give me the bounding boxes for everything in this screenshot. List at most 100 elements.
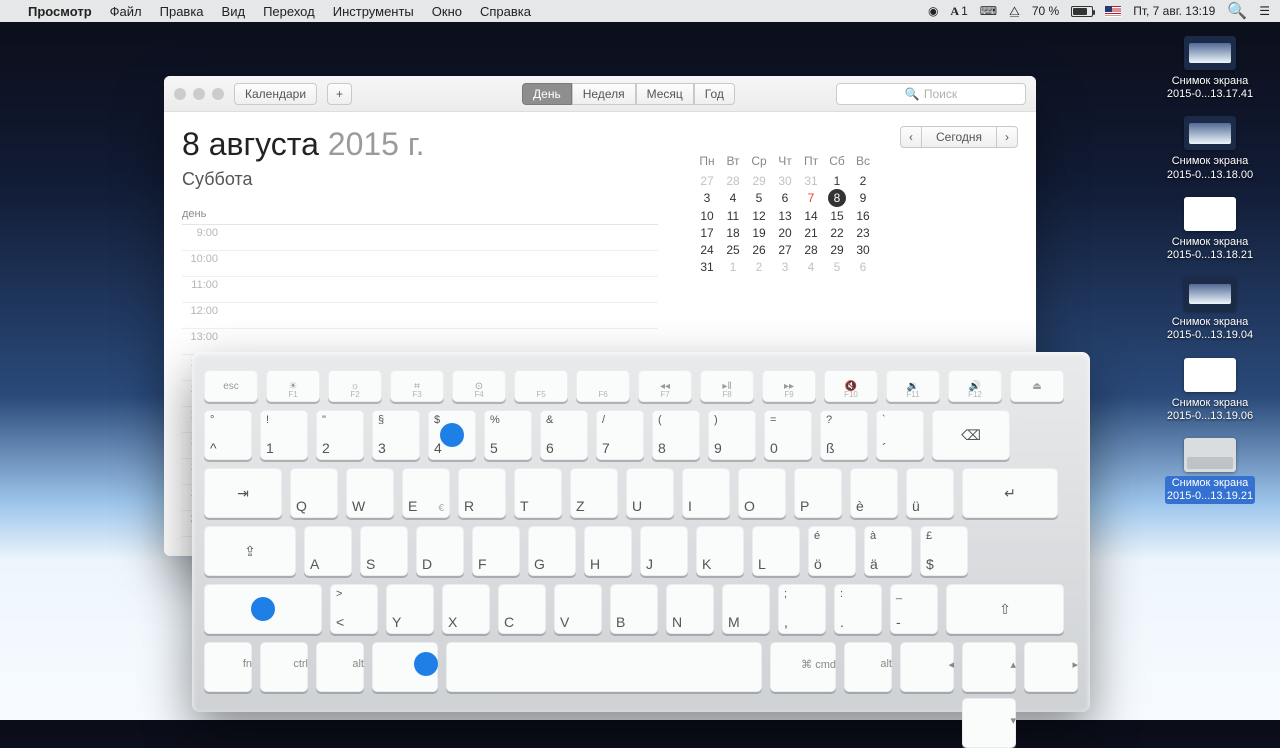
key-U[interactable]: U	[626, 468, 674, 518]
arrow-left[interactable]: ◂	[900, 642, 954, 692]
day-cell[interactable]: 21	[798, 224, 824, 241]
day-cell[interactable]: 8	[824, 189, 850, 207]
desktop-icon[interactable]: Снимок экрана2015-0...13.17.41	[1155, 36, 1265, 102]
day-cell[interactable]: 18	[720, 224, 746, 241]
alt-key-right[interactable]: alt	[844, 642, 892, 692]
calendars-button[interactable]: Календари	[234, 83, 317, 105]
day-cell[interactable]: 6	[850, 258, 876, 275]
day-cell[interactable]: 9	[850, 189, 876, 207]
fn-key[interactable]: 🔊F12	[948, 370, 1002, 402]
fn-key[interactable]: F5	[514, 370, 568, 402]
day-cell[interactable]: 20	[772, 224, 798, 241]
menu-help[interactable]: Справка	[480, 4, 531, 19]
day-cell[interactable]: 28	[798, 241, 824, 258]
key-V[interactable]: V	[554, 584, 602, 634]
flag-icon[interactable]	[1105, 6, 1121, 17]
adobe-icon[interactable]: A1	[950, 4, 967, 19]
arrow-up[interactable]: ▴	[962, 642, 1016, 692]
key-,[interactable]: ;,	[778, 584, 826, 634]
key-M[interactable]: M	[722, 584, 770, 634]
key-5[interactable]: %5	[484, 410, 532, 460]
key-J[interactable]: J	[640, 526, 688, 576]
key-Q[interactable]: Q	[290, 468, 338, 518]
key-7[interactable]: /7	[596, 410, 644, 460]
key-Y[interactable]: Y	[386, 584, 434, 634]
day-cell[interactable]: 5	[824, 258, 850, 275]
day-cell[interactable]: 27	[772, 241, 798, 258]
key-shift-left[interactable]: ⇧	[204, 584, 322, 634]
menu-tools[interactable]: Инструменты	[333, 4, 414, 19]
key-3[interactable]: §3	[372, 410, 420, 460]
day-cell[interactable]: 19	[746, 224, 772, 241]
desktop-icon[interactable]: Снимок экрана2015-0...13.18.00	[1155, 116, 1265, 182]
fn-key[interactable]: ☼F2	[328, 370, 382, 402]
clock[interactable]: Пт, 7 авг. 13:19	[1133, 4, 1215, 18]
key-K[interactable]: K	[696, 526, 744, 576]
fn-key[interactable]: ⏏	[1010, 370, 1064, 402]
desktop-icon[interactable]: Снимок экрана2015-0...13.19.06	[1155, 358, 1265, 424]
key-4[interactable]: $4	[428, 410, 476, 460]
view-week[interactable]: Неделя	[572, 83, 636, 105]
day-cell[interactable]: 13	[772, 207, 798, 224]
key-cmd-left[interactable]: cmd	[372, 642, 438, 692]
key-<[interactable]: ><	[330, 584, 378, 634]
enter-key[interactable]: ↵	[962, 468, 1058, 518]
key-£[interactable]: £$	[920, 526, 968, 576]
menu-edit[interactable]: Правка	[160, 4, 204, 19]
day-cell[interactable]: 7	[798, 189, 824, 207]
key-C[interactable]: C	[498, 584, 546, 634]
key-T[interactable]: T	[514, 468, 562, 518]
key-D[interactable]: D	[416, 526, 464, 576]
view-day[interactable]: День	[522, 83, 572, 105]
view-year[interactable]: Год	[694, 83, 735, 105]
tab-key[interactable]: ⇥	[204, 468, 282, 518]
key--[interactable]: _-	[890, 584, 938, 634]
day-cell[interactable]: 12	[746, 207, 772, 224]
key-X[interactable]: X	[442, 584, 490, 634]
arrow-down[interactable]: ▾	[962, 698, 1016, 748]
menu-go[interactable]: Переход	[263, 4, 315, 19]
day-cell[interactable]: 15	[824, 207, 850, 224]
key-P[interactable]: P	[794, 468, 842, 518]
window-controls[interactable]	[174, 88, 224, 100]
fn-key[interactable]: esc	[204, 370, 258, 402]
menu-view[interactable]: Вид	[222, 4, 246, 19]
notifications-icon[interactable]: ☰	[1259, 4, 1270, 18]
key-N[interactable]: N	[666, 584, 714, 634]
key-6[interactable]: &6	[540, 410, 588, 460]
day-cell[interactable]: 6	[772, 189, 798, 207]
day-cell[interactable]: 24	[694, 241, 720, 258]
key-L[interactable]: L	[752, 526, 800, 576]
key-cmd-right[interactable]: ⌘ cmd	[770, 642, 836, 692]
fn-key[interactable]: 🔉F11	[886, 370, 940, 402]
day-cell[interactable]: 2	[850, 172, 876, 189]
recording-icon[interactable]: ◉	[928, 4, 938, 18]
key-^[interactable]: °^	[204, 410, 252, 460]
ctrl-key[interactable]: ctrl	[260, 642, 308, 692]
key-R[interactable]: R	[458, 468, 506, 518]
key-1[interactable]: !1	[260, 410, 308, 460]
fn-key[interactable]: ⊙F4	[452, 370, 506, 402]
fn-key[interactable]: ⌗F3	[390, 370, 444, 402]
day-cell[interactable]: 1	[824, 172, 850, 189]
day-cell[interactable]: 17	[694, 224, 720, 241]
day-cell[interactable]: 30	[772, 172, 798, 189]
input-icon[interactable]: ⌨︎	[980, 4, 997, 18]
fn-key[interactable]: ☀F1	[266, 370, 320, 402]
day-cell[interactable]: 28	[720, 172, 746, 189]
arrow-right[interactable]: ▸	[1024, 642, 1078, 692]
key-shift-right[interactable]: ⇧	[946, 584, 1064, 634]
day-cell[interactable]: 26	[746, 241, 772, 258]
mini-calendar[interactable]: ПнВтСрЧтПтСбВс27282930311234567891011121…	[694, 154, 938, 275]
key-W[interactable]: W	[346, 468, 394, 518]
fn-key[interactable]: ▸‖F8	[700, 370, 754, 402]
space-key[interactable]	[446, 642, 762, 692]
search-input[interactable]: 🔍Поиск	[836, 83, 1026, 105]
day-cell[interactable]: 22	[824, 224, 850, 241]
fn-key[interactable]: fn	[204, 642, 252, 692]
day-cell[interactable]: 14	[798, 207, 824, 224]
menu-file[interactable]: Файл	[110, 4, 142, 19]
key-F[interactable]: F	[472, 526, 520, 576]
day-cell[interactable]: 16	[850, 207, 876, 224]
add-button[interactable]: +	[327, 83, 352, 105]
